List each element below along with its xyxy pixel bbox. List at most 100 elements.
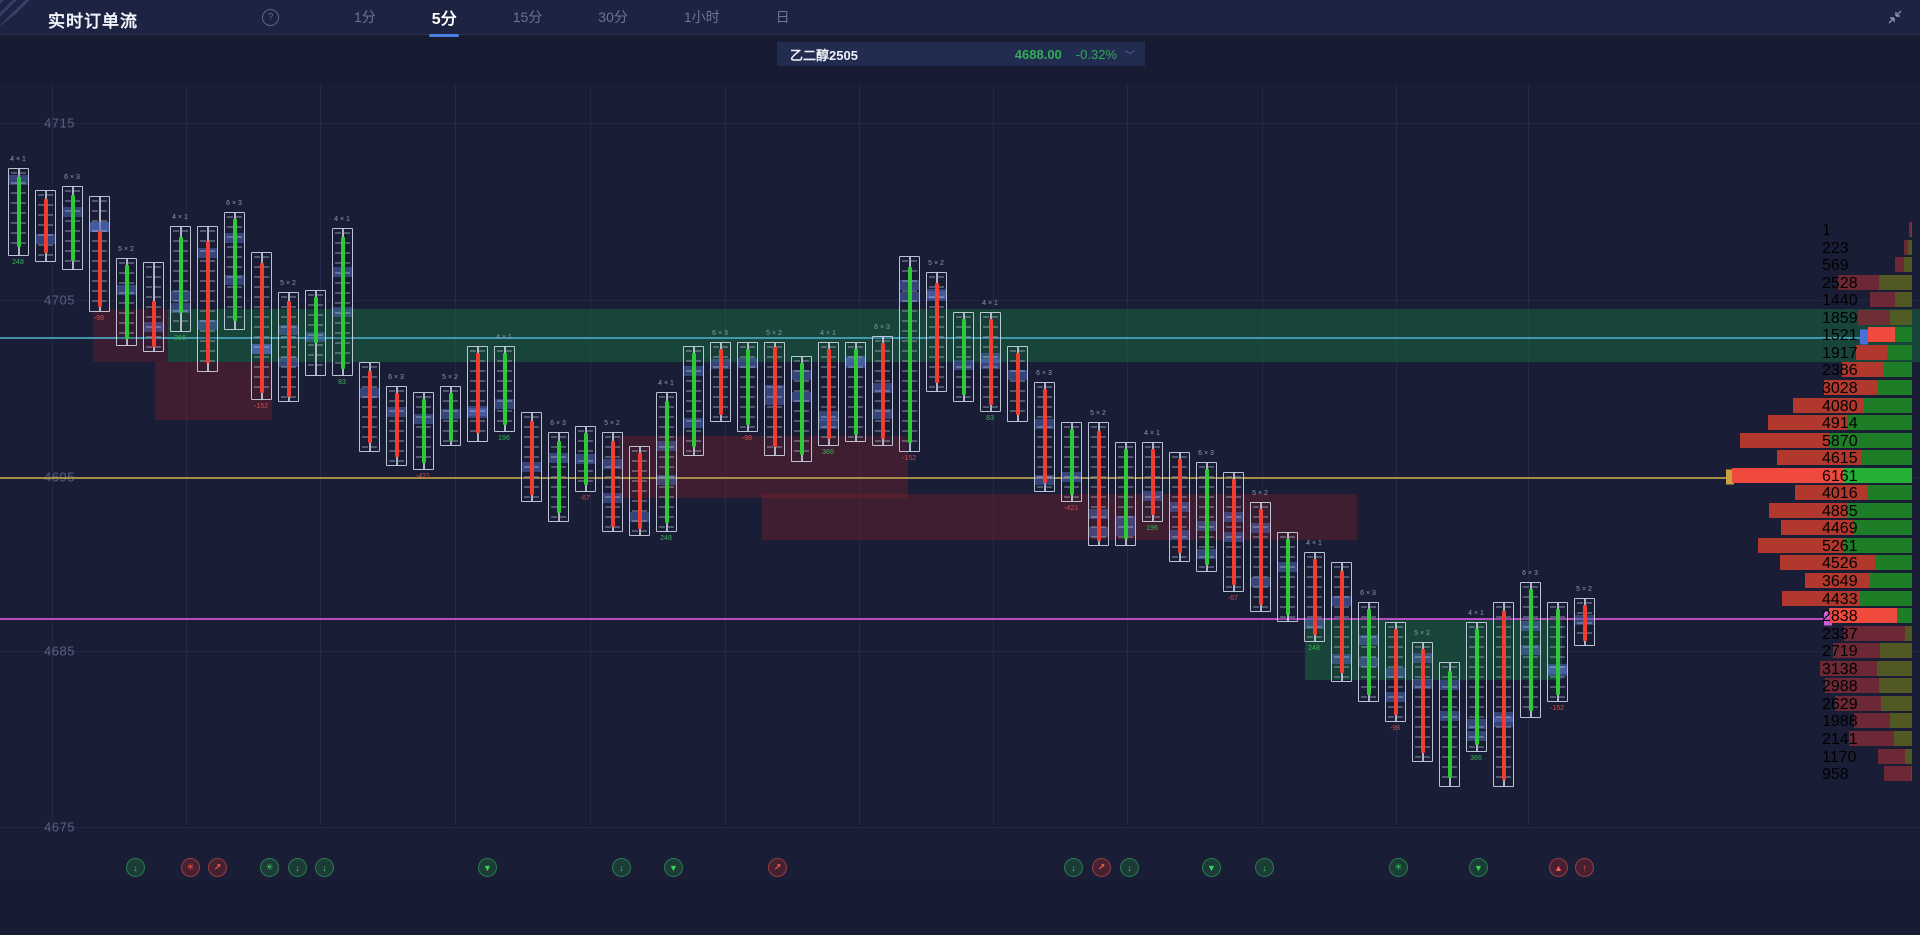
candle-body-up: [422, 399, 427, 463]
profile-volume-value: 4914: [1822, 415, 1912, 433]
imbalance-label: 5 × 2: [106, 246, 146, 253]
profile-volume-value: 5870: [1822, 433, 1912, 451]
price-gridline: [0, 651, 1920, 652]
imbalance-label: 6 × 3: [862, 324, 902, 331]
sell-signal-icon[interactable]: ↗: [768, 858, 787, 877]
profile-value-holder: 2719: [1822, 643, 1912, 658]
footprint-candle: [1088, 422, 1109, 546]
tab-1分[interactable]: 1分: [352, 1, 378, 33]
footprint-candle: [656, 392, 677, 532]
footprint-candle: [332, 228, 353, 376]
contract-selector[interactable]: 乙二醇2505 4688.00 -0.32% ﹀: [777, 42, 1145, 66]
buy-signal-icon[interactable]: ▼: [664, 858, 683, 877]
footprint-candle: [1142, 442, 1163, 522]
candle-delta-label: 366: [160, 335, 200, 342]
sell-signal-icon[interactable]: ✳: [181, 858, 200, 877]
profile-volume-value: 3138: [1822, 661, 1912, 679]
buy-signal-icon[interactable]: ↓: [612, 858, 631, 877]
time-gridline: [455, 85, 456, 825]
candle-delta-label: 366: [1456, 755, 1496, 762]
sell-signal-icon[interactable]: ↗: [208, 858, 227, 877]
profile-value-holder: 4016: [1822, 485, 1912, 500]
candle-delta-label: 83: [970, 415, 1010, 422]
imbalance-label: 4 × 1: [1132, 430, 1172, 437]
profile-volume-value: 4885: [1822, 503, 1912, 521]
profile-value-holder: 1521: [1822, 327, 1912, 342]
profile-volume-value: 1917: [1822, 345, 1912, 363]
collapse-expand-icon[interactable]: [1886, 8, 1904, 26]
buy-signal-icon[interactable]: ✳: [1389, 858, 1408, 877]
candle-body-down: [530, 421, 535, 495]
tab-5分[interactable]: 5分: [430, 0, 459, 35]
buy-signal-icon[interactable]: ↓: [126, 858, 145, 877]
buy-signal-icon[interactable]: ▼: [1469, 858, 1488, 877]
candle-body-up: [341, 237, 346, 369]
corner-decoration-icon: [0, 0, 34, 26]
imbalance-label: 6 × 3: [538, 420, 578, 427]
price-gridline: [0, 123, 1920, 124]
tab-日[interactable]: 日: [774, 1, 792, 33]
footprint-candle: [197, 226, 218, 372]
profile-value-holder: 6161: [1822, 468, 1912, 483]
chevron-down-icon[interactable]: ﹀: [1125, 47, 1135, 62]
profile-volume-value: 4433: [1822, 591, 1912, 609]
buy-signal-icon[interactable]: ↓: [1064, 858, 1083, 877]
footprint-candle: [737, 342, 758, 432]
candle-body-down: [827, 349, 832, 439]
profile-value-holder: 2141: [1822, 731, 1912, 746]
candle-delta-label: -67: [1213, 595, 1253, 602]
buy-signal-icon[interactable]: ↓: [1120, 858, 1139, 877]
imbalance-label: 5 × 2: [1402, 630, 1442, 637]
footprint-candle: [62, 186, 83, 270]
footprint-candle: [1385, 622, 1406, 722]
imbalance-label: 5 × 2: [430, 374, 470, 381]
footprint-candle: [602, 432, 623, 532]
price-axis-label: 4715: [44, 116, 75, 131]
candle-body-up: [1556, 609, 1561, 695]
imbalance-label: 5 × 2: [1564, 586, 1604, 593]
imbalance-label: 5 × 2: [1240, 490, 1280, 497]
candle-delta-label: 196: [1132, 525, 1172, 532]
candle-body-down: [638, 453, 643, 529]
buy-signal-icon[interactable]: ↓: [288, 858, 307, 877]
footprint-candle: [764, 342, 785, 456]
profile-volume-value: 2386: [1822, 362, 1912, 380]
profile-value-holder: 4469: [1822, 520, 1912, 535]
candle-body-up: [233, 219, 238, 321]
sell-signal-icon[interactable]: ↗: [1092, 858, 1111, 877]
footprint-candle: [1007, 346, 1028, 422]
candle-body-down: [1313, 559, 1318, 635]
profile-volume-value: 2528: [1822, 275, 1912, 293]
candle-body-down: [1421, 649, 1426, 753]
footprint-candle: [440, 386, 461, 446]
buy-signal-icon[interactable]: ✳: [260, 858, 279, 877]
sell-signal-icon[interactable]: ↑: [1575, 858, 1594, 877]
candle-body-down: [395, 393, 400, 457]
candle-delta-label: -67: [565, 495, 605, 502]
candle-body-up: [692, 353, 697, 447]
candle-delta-label: -152: [889, 455, 929, 462]
green-zone: [168, 309, 1920, 362]
orderflow-app: 实时订单流 ? 1分5分15分30分1小时日 乙二醇2505 4688.00 -…: [0, 0, 1920, 935]
profile-value-holder: 4914: [1822, 415, 1912, 430]
sell-signal-icon[interactable]: ▲: [1549, 858, 1568, 877]
profile-volume-value: 4080: [1822, 398, 1912, 416]
price-axis-label: 4705: [44, 293, 75, 308]
buy-signal-icon[interactable]: ▼: [1202, 858, 1221, 877]
imbalance-label: 4 × 1: [646, 380, 686, 387]
profile-volume-value: 4526: [1822, 555, 1912, 573]
candle-body-down: [287, 301, 292, 397]
buy-signal-icon[interactable]: ▼: [478, 858, 497, 877]
tab-30分[interactable]: 30分: [596, 1, 630, 33]
candle-body-down: [1583, 605, 1588, 641]
orderflow-chart-canvas[interactable]: 471547054695468546754 × 12486 × 3-985 × …: [0, 85, 1920, 880]
help-icon[interactable]: ?: [262, 9, 279, 26]
footprint-candle: [683, 346, 704, 456]
buy-signal-icon[interactable]: ↓: [1255, 858, 1274, 877]
footprint-candle: [1574, 598, 1595, 646]
imbalance-label: 6 × 3: [1024, 370, 1064, 377]
tab-1小时[interactable]: 1小时: [682, 1, 722, 33]
buy-signal-icon[interactable]: ↓: [315, 858, 334, 877]
tab-15分[interactable]: 15分: [511, 1, 545, 33]
profile-volume-value: 4615: [1822, 450, 1912, 468]
